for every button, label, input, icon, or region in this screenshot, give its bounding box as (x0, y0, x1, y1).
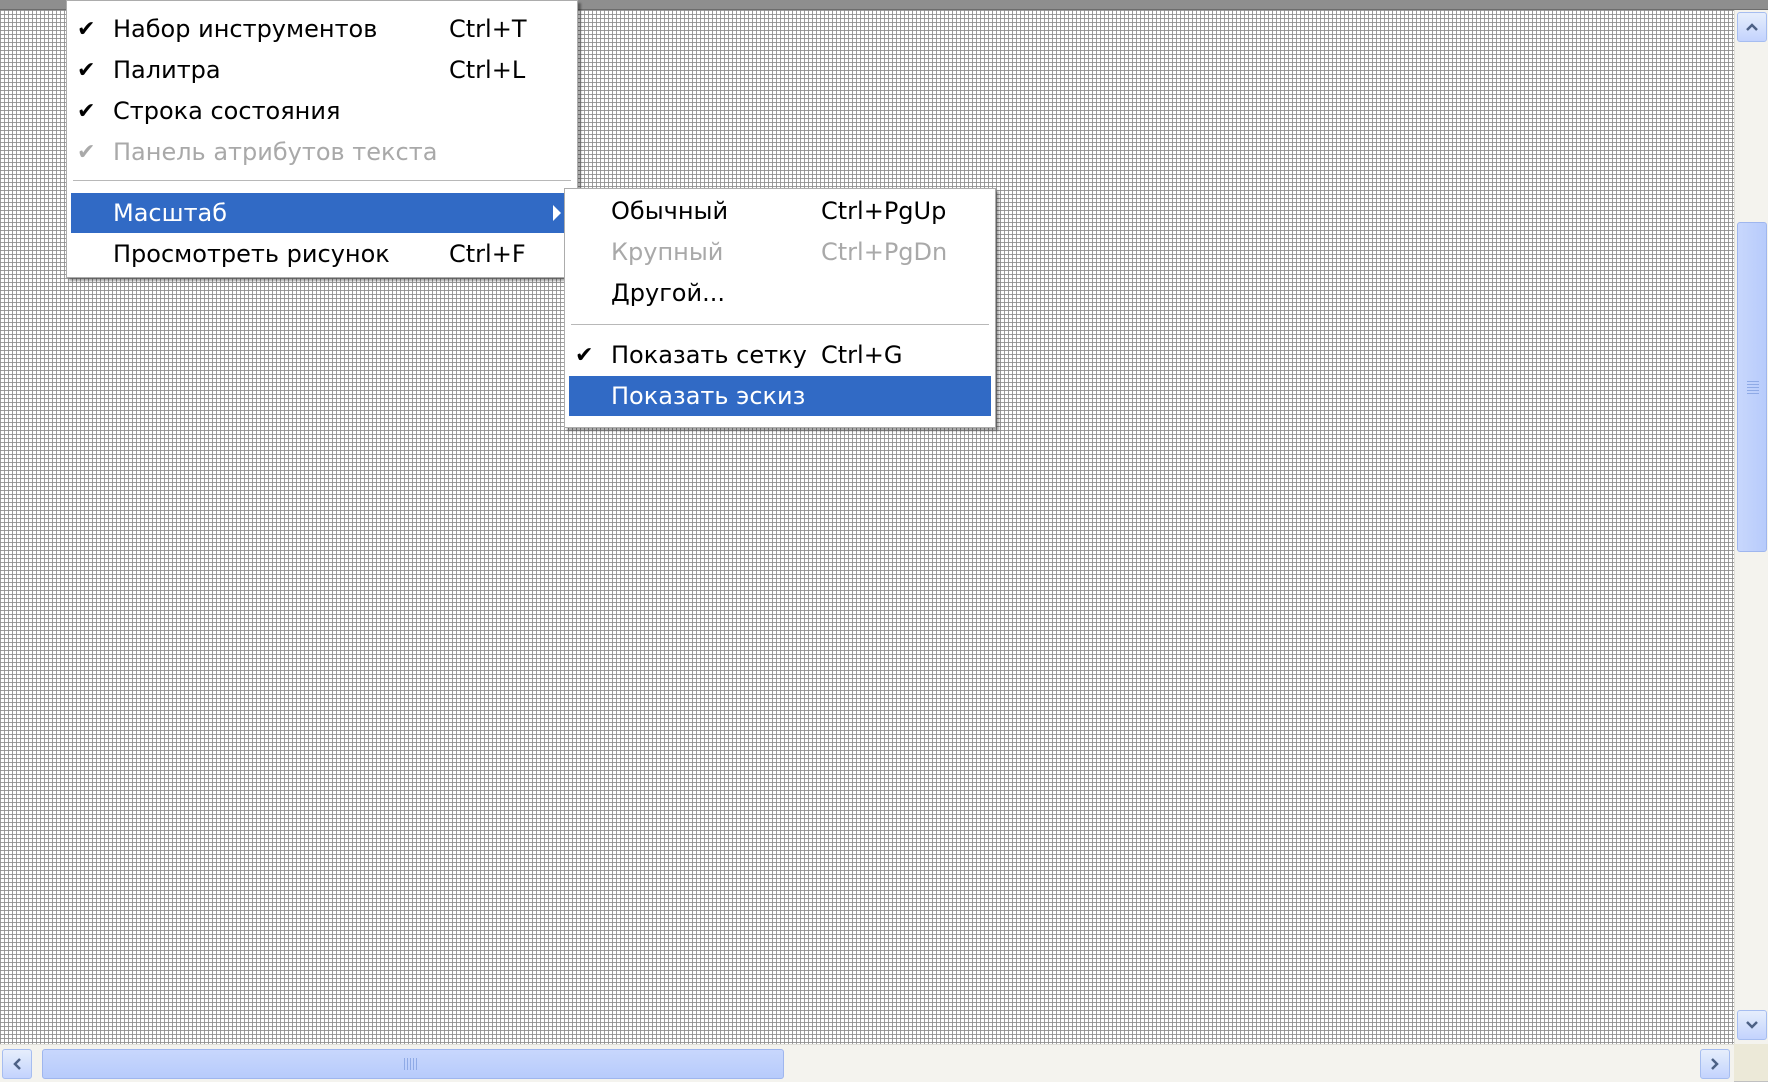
menu-item-shortcut: Ctrl+PgDn (821, 238, 948, 266)
horizontal-scrollbar[interactable] (0, 1044, 1734, 1082)
menu-item-label: Показать сетку (611, 341, 807, 369)
checkmark-icon: ✔ (77, 140, 96, 165)
menu-item-label: Показать эскиз (611, 382, 806, 410)
scroll-up-button[interactable] (1737, 12, 1767, 42)
menu-item-show-grid[interactable]: ✔ Показать сетку Ctrl+G (569, 335, 991, 375)
zoom-submenu: Обычный Ctrl+PgUp Крупный Ctrl+PgDn Друг… (564, 188, 996, 428)
menu-item-label: Обычный (611, 197, 729, 225)
menu-item-label: Палитра (113, 56, 221, 84)
grip-icon (1747, 381, 1759, 395)
menu-item-show-thumbnail[interactable]: Показать эскиз (569, 376, 991, 416)
menu-item-normal-size[interactable]: Обычный Ctrl+PgUp (569, 191, 991, 231)
scroll-left-button[interactable] (2, 1049, 32, 1079)
menu-separator (571, 324, 989, 326)
menu-separator (73, 180, 571, 182)
menu-item-label: Масштаб (113, 199, 228, 227)
submenu-arrow-icon (553, 205, 561, 221)
scroll-down-button[interactable] (1737, 1010, 1767, 1040)
menu-item-toolbox[interactable]: ✔ Набор инструментов Ctrl+T (71, 9, 573, 49)
view-menu: ✔ Набор инструментов Ctrl+T ✔ Палитра Ct… (66, 0, 578, 278)
menu-item-label: Просмотреть рисунок (113, 240, 390, 268)
menu-item-label: Другой... (611, 279, 725, 307)
menu-item-shortcut: Ctrl+F (449, 240, 526, 268)
scroll-up-icon (1746, 23, 1758, 31)
menu-item-text-toolbar: ✔ Панель атрибутов текста (71, 132, 573, 172)
menu-item-shortcut: Ctrl+T (449, 15, 527, 43)
scroll-right-button[interactable] (1700, 1049, 1730, 1079)
scroll-left-icon (13, 1058, 21, 1070)
menu-item-view-bitmap[interactable]: Просмотреть рисунок Ctrl+F (71, 234, 573, 274)
menu-item-zoom[interactable]: Масштаб (71, 193, 573, 233)
menu-item-shortcut: Ctrl+L (449, 56, 526, 84)
vertical-scroll-thumb[interactable] (1737, 222, 1767, 552)
menu-item-label: Набор инструментов (113, 15, 378, 43)
checkmark-icon: ✔ (77, 58, 96, 83)
grip-icon (404, 1058, 418, 1070)
checkmark-icon: ✔ (77, 99, 96, 124)
menu-item-shortcut: Ctrl+PgUp (821, 197, 947, 225)
scroll-right-icon (1711, 1058, 1719, 1070)
scrollbar-corner (1734, 1044, 1768, 1081)
menu-item-shortcut: Ctrl+G (821, 341, 903, 369)
horizontal-scroll-thumb[interactable] (42, 1049, 784, 1079)
checkmark-icon: ✔ (575, 343, 594, 368)
vertical-scrollbar[interactable] (1734, 10, 1768, 1044)
menu-item-label: Строка состояния (113, 97, 341, 125)
menu-item-label: Крупный (611, 238, 724, 266)
menu-item-large-size: Крупный Ctrl+PgDn (569, 232, 991, 272)
checkmark-icon: ✔ (77, 17, 96, 42)
menu-item-palette[interactable]: ✔ Палитра Ctrl+L (71, 50, 573, 90)
scroll-down-icon (1746, 1021, 1758, 1029)
menu-item-custom-zoom[interactable]: Другой... (569, 273, 991, 313)
menu-item-label: Панель атрибутов текста (113, 138, 438, 166)
menu-item-status-bar[interactable]: ✔ Строка состояния (71, 91, 573, 131)
